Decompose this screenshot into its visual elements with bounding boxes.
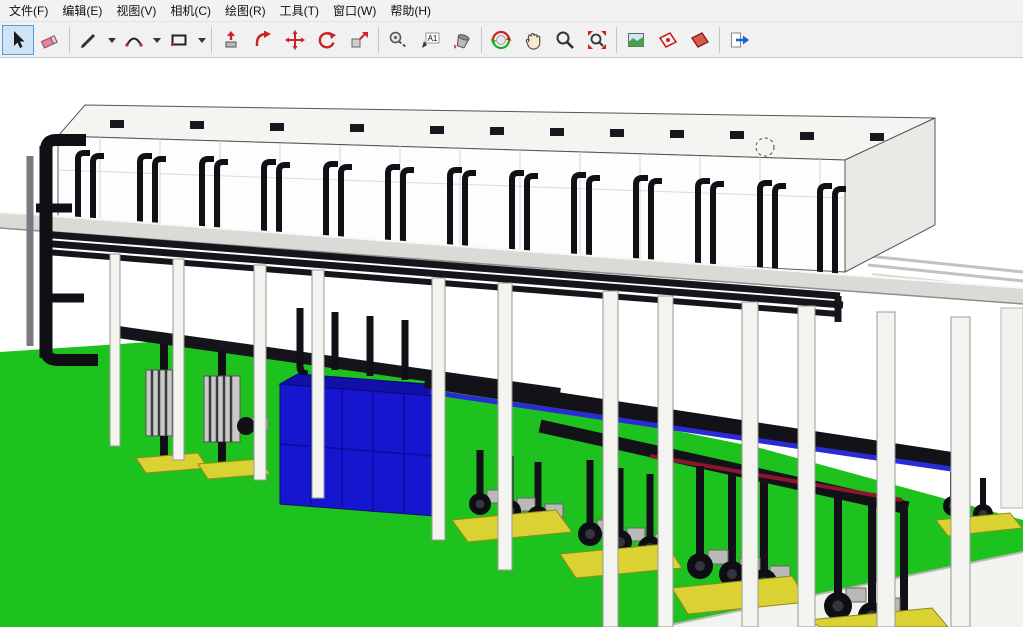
- model-scene: [0, 58, 1023, 627]
- section-cut-icon: [689, 29, 711, 51]
- rotate-arrows-icon: [316, 29, 338, 51]
- magnifier-icon: [554, 29, 576, 51]
- menubar: 文件(F) 编辑(E) 视图(V) 相机(C) 绘图(R) 工具(T) 窗口(W…: [0, 0, 1023, 22]
- toolbar-separator: [616, 27, 617, 53]
- eraser-icon: [39, 29, 61, 51]
- rotate-tool[interactable]: [311, 25, 343, 55]
- zoom-extents-tool[interactable]: [581, 25, 613, 55]
- follow-me-icon: [252, 29, 274, 51]
- line-tool[interactable]: [73, 25, 105, 55]
- follow-me-tool[interactable]: [247, 25, 279, 55]
- menu-help[interactable]: 帮助(H): [383, 0, 438, 21]
- zoom-tool[interactable]: [549, 25, 581, 55]
- text-a1-icon: A1: [419, 29, 441, 51]
- scale-icon: [348, 29, 370, 51]
- select-tool[interactable]: [2, 25, 34, 55]
- paint-bucket-icon: [451, 29, 473, 51]
- push-pull-icon: [220, 29, 242, 51]
- hand-icon: [522, 29, 544, 51]
- arc-icon: [123, 29, 145, 51]
- line-tool-dropdown[interactable]: [105, 25, 118, 55]
- chevron-down-icon: [196, 29, 207, 51]
- export-arrow-icon: [728, 29, 750, 51]
- move-tool[interactable]: [279, 25, 311, 55]
- scale-tool[interactable]: [343, 25, 375, 55]
- cursor-arrow-icon: [7, 29, 29, 51]
- orbit-tool[interactable]: [485, 25, 517, 55]
- zoom-extents-icon: [586, 29, 608, 51]
- toolbar-separator: [378, 27, 379, 53]
- push-pull-tool[interactable]: [215, 25, 247, 55]
- toolbar-separator: [481, 27, 482, 53]
- shape-tool[interactable]: [163, 25, 195, 55]
- menu-view[interactable]: 视图(V): [109, 0, 163, 21]
- section-plane-tool[interactable]: [652, 25, 684, 55]
- shape-tool-dropdown[interactable]: [195, 25, 208, 55]
- toolbar-separator: [69, 27, 70, 53]
- section-plane-icon: [657, 29, 679, 51]
- chevron-down-icon: [151, 29, 162, 51]
- pan-tool[interactable]: [517, 25, 549, 55]
- eraser-tool[interactable]: [34, 25, 66, 55]
- tape-measure-icon: [387, 29, 409, 51]
- section-cut-tool[interactable]: [684, 25, 716, 55]
- text-tool-label: A1: [428, 34, 438, 43]
- toolbar-separator: [211, 27, 212, 53]
- tape-measure-tool[interactable]: [382, 25, 414, 55]
- menu-camera[interactable]: 相机(C): [163, 0, 218, 21]
- chevron-down-icon: [106, 29, 117, 51]
- rectangle-icon: [168, 29, 190, 51]
- dimension-text-tool[interactable]: A1: [414, 25, 446, 55]
- scene-view-tool[interactable]: [620, 25, 652, 55]
- scene-thumbnail-icon: [625, 29, 647, 51]
- menu-edit[interactable]: 编辑(E): [55, 0, 109, 21]
- arc-tool[interactable]: [118, 25, 150, 55]
- sketchup-window: 文件(F) 编辑(E) 视图(V) 相机(C) 绘图(R) 工具(T) 窗口(W…: [0, 0, 1023, 627]
- move-arrows-icon: [284, 29, 306, 51]
- menu-tools[interactable]: 工具(T): [273, 0, 326, 21]
- arc-tool-dropdown[interactable]: [150, 25, 163, 55]
- orbit-icon: [490, 29, 512, 51]
- menu-draw[interactable]: 绘图(R): [218, 0, 273, 21]
- toolbar-separator: [719, 27, 720, 53]
- menu-window[interactable]: 窗口(W): [326, 0, 383, 21]
- export-tool[interactable]: [723, 25, 755, 55]
- toolbar: A1: [0, 22, 1023, 58]
- pencil-icon: [78, 29, 100, 51]
- modeling-viewport[interactable]: [0, 58, 1023, 627]
- paint-bucket-tool[interactable]: [446, 25, 478, 55]
- menu-file[interactable]: 文件(F): [2, 0, 55, 21]
